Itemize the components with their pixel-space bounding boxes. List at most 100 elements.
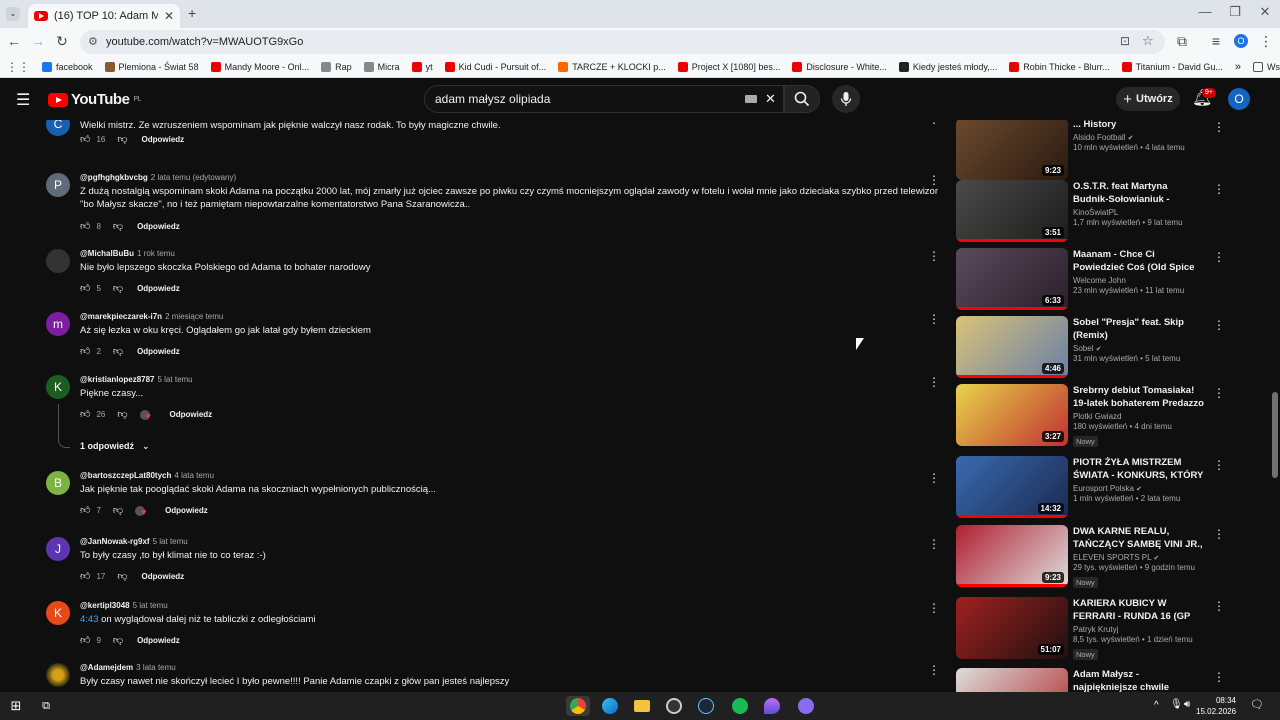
video-thumbnail[interactable]: 4:46	[956, 316, 1068, 378]
bookmark-item[interactable]: Kid Cudi - Pursuit of...	[439, 61, 553, 72]
scrollbar-thumb[interactable]	[1272, 392, 1278, 478]
comment-time[interactable]: 4 lata temu	[174, 471, 214, 480]
comment-time[interactable]: 1 rok temu	[137, 249, 175, 258]
reply-button[interactable]: Odpowiedz	[165, 506, 208, 515]
video-title[interactable]: Maanam - Chce Ci Powiedzieć Coś (Old Spi…	[1073, 248, 1205, 274]
video-menu-icon[interactable]: ⋮	[1213, 318, 1225, 332]
video-menu-icon[interactable]: ⋮	[1213, 250, 1225, 264]
comment-time[interactable]: 5 lat temu	[153, 537, 188, 546]
drop-taskbar-icon[interactable]	[760, 696, 784, 716]
clear-search-icon[interactable]: ✕	[765, 91, 776, 107]
browser-tab[interactable]: (16) TOP 10: Adam Małysz – na ✕	[28, 4, 180, 28]
bookmark-item[interactable]: facebook	[36, 61, 99, 72]
bookmark-star-icon[interactable]: ☆	[1142, 33, 1154, 49]
tray-chevron-icon[interactable]: ^	[1154, 700, 1159, 711]
minimize-icon[interactable]: —	[1190, 4, 1220, 19]
related-video[interactable]: 9:23 DWA KARNE REALU, TAŃCZĄCY SAMBĘ VINI…	[956, 525, 1225, 588]
video-title[interactable]: O.S.T.R. feat Martyna Budnik-Sołowianiuk…	[1073, 180, 1205, 206]
like-icon[interactable]: 👍︎	[80, 504, 90, 516]
comment-avatar[interactable]	[46, 249, 70, 273]
dislike-icon[interactable]: 👎︎	[113, 220, 123, 232]
system-clock[interactable]: 08:34 15.02.2026	[1196, 695, 1236, 717]
dislike-icon[interactable]: 👎︎	[113, 282, 123, 294]
video-menu-icon[interactable]: ⋮	[1213, 120, 1225, 134]
comment-author[interactable]: @kristianlopez8787	[80, 375, 155, 384]
reload-icon[interactable]: ↻	[52, 33, 72, 50]
show-replies-button[interactable]: 1 odpowiedź ⌄	[80, 441, 150, 452]
bookmark-item[interactable]: Robin Thicke - Blurr...	[1003, 61, 1115, 72]
comment-menu-icon[interactable]: ⋮	[928, 173, 940, 187]
comment-avatar[interactable]: C	[46, 120, 70, 136]
address-bar[interactable]: ⚙ youtube.com/watch?v=MWAUOTG9xGo ⊡ ☆	[80, 30, 1165, 54]
user-avatar[interactable]: O	[1228, 88, 1250, 110]
video-channel[interactable]: Patryk Krutyj	[1073, 625, 1205, 634]
dislike-icon[interactable]: 👎︎	[117, 408, 127, 420]
comment-author[interactable]: @bartoszczepLat80tych	[80, 471, 171, 480]
video-thumbnail[interactable]: 51:07	[956, 597, 1068, 659]
reply-button[interactable]: Odpowiedz	[137, 347, 180, 356]
comment-author[interactable]: @Adamejdem	[80, 663, 133, 672]
close-window-icon[interactable]: ✕	[1250, 4, 1280, 20]
video-channel[interactable]: Plotki Gwiazd	[1073, 412, 1205, 421]
comment-time[interactable]: 2 lata temu (edytowany)	[151, 173, 236, 182]
restore-icon[interactable]: ❐	[1220, 4, 1250, 20]
video-title[interactable]: ... History	[1073, 120, 1205, 131]
edge-taskbar-icon[interactable]	[598, 696, 622, 716]
extensions-icon[interactable]: ⧉	[1172, 33, 1192, 50]
video-title[interactable]: KARIERA KUBICY W FERRARI - RUNDA 16 (GP …	[1073, 597, 1205, 623]
volume-icon[interactable]: 🔊︎	[1184, 699, 1190, 710]
comment-author[interactable]: @JanNowak-rg9xf	[80, 537, 150, 546]
video-thumbnail[interactable]: 14:32	[956, 456, 1068, 518]
reply-button[interactable]: Odpowiedz	[137, 284, 180, 293]
close-tab-icon[interactable]: ✕	[164, 9, 174, 23]
keyboard-icon[interactable]	[745, 95, 757, 103]
reply-button[interactable]: Odpowiedz	[170, 410, 213, 419]
apps-grid-icon[interactable]: ⋮⋮	[0, 60, 36, 74]
like-icon[interactable]: 👍︎	[80, 133, 90, 145]
video-menu-icon[interactable]: ⋮	[1213, 527, 1225, 541]
search-input[interactable]: adam małysz olipiada ✕	[424, 85, 784, 113]
comment-author[interactable]: @marekpieczarek-i7n	[80, 312, 162, 321]
dislike-icon[interactable]: 👎︎	[113, 634, 123, 646]
site-info-icon[interactable]: ⚙	[88, 35, 98, 48]
comment-menu-icon[interactable]: ⋮	[928, 663, 940, 677]
bookmark-item[interactable]: Disclosure - White...	[786, 61, 893, 72]
related-video[interactable]: 9:23 ... History Alsido Football ✔ 10 mln w…	[956, 120, 1225, 180]
video-thumbnail[interactable]: 6:33	[956, 248, 1068, 310]
dislike-icon[interactable]: 👎︎	[113, 504, 123, 516]
chrome-taskbar-icon[interactable]	[566, 696, 590, 716]
reply-button[interactable]: Odpowiedz	[142, 572, 185, 581]
video-menu-icon[interactable]: ⋮	[1213, 458, 1225, 472]
microphone-tray-icon[interactable]: 🎙︎	[1170, 699, 1183, 710]
video-title[interactable]: Adam Małysz - najpiękniejsze chwile	[1073, 668, 1205, 692]
forward-icon[interactable]: →	[28, 33, 48, 49]
video-channel[interactable]: Sobel ✔	[1073, 344, 1205, 353]
bookmarks-more-icon[interactable]: »	[1229, 61, 1247, 73]
notification-center-icon[interactable]: 🗨︎	[1250, 698, 1264, 711]
dislike-icon[interactable]: 👎︎	[117, 570, 127, 582]
comment-time[interactable]: 2 miesiące temu	[165, 312, 223, 321]
bookmark-item[interactable]: Micra	[358, 61, 406, 72]
related-video[interactable]: 51:07 KARIERA KUBICY W FERRARI - RUNDA 16…	[956, 597, 1225, 660]
related-video[interactable]: 6:33 Maanam - Chce Ci Powiedzieć Coś (Old…	[956, 248, 1225, 310]
bookmark-item[interactable]: Plemiona - Świat 58	[99, 61, 205, 72]
reply-button[interactable]: Odpowiedz	[137, 636, 180, 645]
app-taskbar-icon[interactable]	[662, 696, 686, 716]
video-thumbnail[interactable]	[956, 668, 1068, 692]
video-channel[interactable]: Eurosport Polska ✔	[1073, 484, 1205, 493]
video-thumbnail[interactable]: 3:27	[956, 384, 1068, 446]
create-button[interactable]: + Utwórz	[1116, 87, 1180, 111]
voice-search-button[interactable]	[832, 85, 860, 113]
comment-author[interactable]: @kertipl3048	[80, 601, 130, 610]
comment-menu-icon[interactable]: ⋮	[928, 471, 940, 485]
bookmark-item[interactable]: Kiedy jesteś młody,...	[893, 61, 1003, 72]
video-title[interactable]: PIOTR ŻYŁA MISTRZEM ŚWIATA - KONKURS, KT…	[1073, 456, 1205, 482]
video-menu-icon[interactable]: ⋮	[1213, 599, 1225, 613]
video-title[interactable]: Srebrny debiut Tomasiaka! 19-latek bohat…	[1073, 384, 1205, 410]
comment-menu-icon[interactable]: ⋮	[928, 249, 940, 263]
bookmark-item[interactable]: Mandy Moore - Onl...	[205, 61, 316, 72]
video-title[interactable]: DWA KARNE REALU, TAŃCZĄCY SAMBĘ VINI JR.…	[1073, 525, 1205, 551]
comment-avatar[interactable]: m	[46, 312, 70, 336]
related-video[interactable]: Adam Małysz - najpiękniejsze chwile ⋮	[956, 668, 1225, 692]
comment-timestamp-link[interactable]: 4:43	[80, 614, 99, 625]
